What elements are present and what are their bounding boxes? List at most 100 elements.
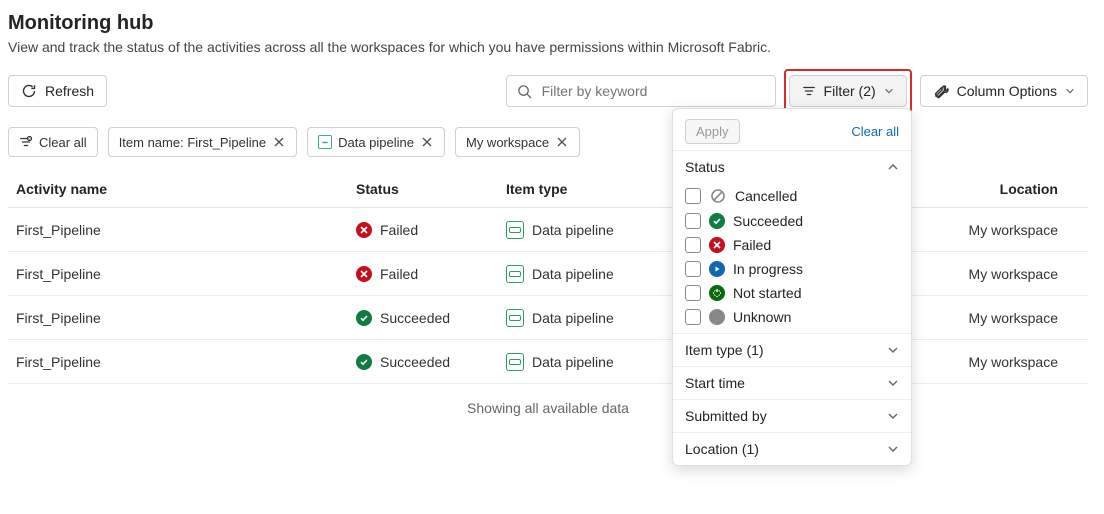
cell-status: Failed: [348, 208, 498, 252]
status-succeeded-icon: [356, 310, 372, 326]
filter-section-status[interactable]: Status: [673, 150, 911, 183]
table-row[interactable]: First_PipelineSucceededData pipeline3:42…: [8, 296, 1088, 340]
checkbox[interactable]: [685, 213, 701, 229]
chip-my-workspace[interactable]: My workspace: [455, 127, 580, 157]
cell-itemtype: Data pipeline: [498, 296, 678, 340]
checkbox[interactable]: [685, 285, 701, 301]
pipeline-icon: [506, 309, 524, 327]
filter-panel: Apply Clear all Status Cancelled Succeede…: [672, 108, 912, 466]
cell-status: Succeeded: [348, 296, 498, 340]
itemtype-text: Data pipeline: [532, 354, 614, 370]
refresh-icon: [21, 83, 37, 99]
search-input[interactable]: [540, 82, 765, 100]
status-option-label: Cancelled: [735, 188, 797, 204]
toolbar: Refresh Filter (2) Column: [8, 69, 1088, 113]
close-icon[interactable]: [555, 135, 569, 149]
page-title: Monitoring hub: [8, 12, 1088, 35]
cell-itemtype: Data pipeline: [498, 252, 678, 296]
status-option-label: Succeeded: [733, 213, 803, 229]
filter-status-option[interactable]: Unknown: [685, 309, 899, 325]
filter-button[interactable]: Filter (2): [789, 75, 907, 107]
col-header-itemtype[interactable]: Item type: [498, 171, 678, 208]
cell-location: My workspace: [928, 296, 1088, 340]
filter-button-highlight: Filter (2): [784, 69, 912, 113]
col-header-status[interactable]: Status: [348, 171, 498, 208]
search-icon: [517, 84, 532, 99]
chevron-down-icon: [884, 86, 894, 96]
chip-data-pipeline[interactable]: ⎯ Data pipeline: [307, 127, 445, 157]
pipeline-icon: [506, 353, 524, 371]
status-option-label: In progress: [733, 261, 803, 277]
chip-clear-all[interactable]: Clear all: [8, 127, 98, 157]
chip-label: My workspace: [466, 135, 549, 150]
status-text: Succeeded: [380, 310, 450, 326]
clear-all-link[interactable]: Clear all: [851, 124, 899, 139]
status-option-label: Unknown: [733, 309, 791, 325]
filter-status-options: Cancelled Succeeded Failed In progress Not s…: [673, 183, 911, 333]
filter-section-collapsed[interactable]: Start time: [673, 366, 911, 399]
chip-item-name[interactable]: Item name: First_Pipeline: [108, 127, 297, 157]
cell-location: My workspace: [928, 208, 1088, 252]
apply-button[interactable]: Apply: [685, 119, 740, 144]
status-unknown-icon: [709, 309, 725, 325]
chevron-down-icon: [1065, 86, 1075, 96]
clear-filter-icon: [19, 135, 33, 149]
cell-itemtype: Data pipeline: [498, 208, 678, 252]
close-icon[interactable]: [272, 135, 286, 149]
table-footer-message: Showing all available data: [8, 400, 1088, 416]
table-row[interactable]: First_PipelineFailedData pipeline4:15 PM…: [8, 252, 1088, 296]
status-text: Failed: [380, 222, 418, 238]
column-options-button[interactable]: Column Options: [920, 75, 1088, 107]
chevron-down-icon: [887, 410, 899, 422]
refresh-label: Refresh: [45, 83, 94, 99]
filter-section-collapsed[interactable]: Location (1): [673, 432, 911, 465]
table-row[interactable]: First_PipelineSucceededData pipeline6:08…: [8, 340, 1088, 384]
cell-activity: First_Pipeline: [8, 208, 348, 252]
itemtype-text: Data pipeline: [532, 310, 614, 326]
itemtype-text: Data pipeline: [532, 266, 614, 282]
search-input-wrap[interactable]: [506, 75, 776, 107]
chip-clear-all-label: Clear all: [39, 135, 87, 150]
pipeline-icon: [506, 265, 524, 283]
status-notstarted-icon: [709, 285, 725, 301]
filter-section-collapsed[interactable]: Item type (1): [673, 333, 911, 366]
chevron-down-icon: [887, 443, 899, 455]
status-failed-icon: [356, 266, 372, 282]
pipeline-icon: [506, 221, 524, 239]
table-row[interactable]: First_PipelineFailedData pipeline3:40 PM…: [8, 208, 1088, 252]
page-subtitle: View and track the status of the activit…: [8, 39, 1088, 55]
filter-label: Filter (2): [824, 83, 876, 99]
filter-status-option[interactable]: Succeeded: [685, 213, 899, 229]
filter-chips-row: Clear all Item name: First_Pipeline ⎯ Da…: [8, 127, 1088, 157]
col-header-location[interactable]: Location: [928, 171, 1088, 208]
column-options-label: Column Options: [957, 83, 1057, 99]
status-failed-icon: [709, 237, 725, 253]
filter-section-collapsed[interactable]: Submitted by: [673, 399, 911, 432]
filter-status-option[interactable]: In progress: [685, 261, 899, 277]
filter-status-option[interactable]: Cancelled: [685, 187, 899, 205]
status-text: Succeeded: [380, 354, 450, 370]
cell-itemtype: Data pipeline: [498, 340, 678, 384]
activities-table: Activity name Status Item type Start Loc…: [8, 171, 1088, 384]
filter-status-option[interactable]: Failed: [685, 237, 899, 253]
checkbox[interactable]: [685, 261, 701, 277]
status-text: Failed: [380, 266, 418, 282]
checkbox[interactable]: [685, 188, 701, 204]
section-label: Item type (1): [685, 342, 764, 358]
itemtype-text: Data pipeline: [532, 222, 614, 238]
chevron-down-icon: [887, 377, 899, 389]
status-cancelled-icon: [709, 187, 727, 205]
cell-activity: First_Pipeline: [8, 340, 348, 384]
status-succeeded-icon: [356, 354, 372, 370]
status-succeeded-icon: [709, 213, 725, 229]
col-header-activity[interactable]: Activity name: [8, 171, 348, 208]
section-label: Status: [685, 159, 725, 175]
checkbox[interactable]: [685, 309, 701, 325]
pipeline-icon: ⎯: [318, 135, 332, 149]
table-header-row: Activity name Status Item type Start Loc…: [8, 171, 1088, 208]
close-icon[interactable]: [420, 135, 434, 149]
filter-status-option[interactable]: Not started: [685, 285, 899, 301]
checkbox[interactable]: [685, 237, 701, 253]
refresh-button[interactable]: Refresh: [8, 75, 107, 107]
section-label: Start time: [685, 375, 745, 391]
